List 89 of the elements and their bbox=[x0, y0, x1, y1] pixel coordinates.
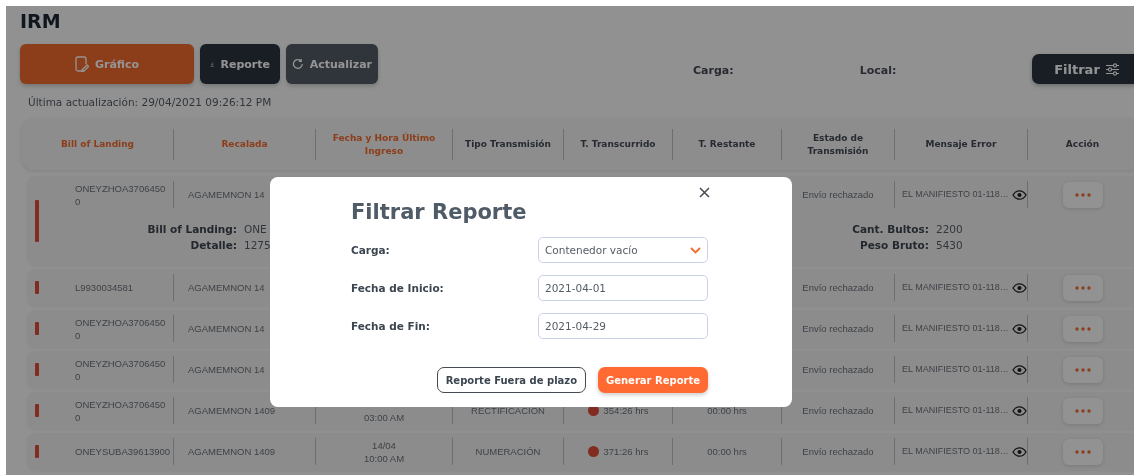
field-label: Fecha de Fin: bbox=[351, 320, 432, 332]
last-update-text: Última actualización: 29/04/2021 09:26:12 PM bbox=[28, 95, 273, 109]
table-cell: EL MANIFIESTO 01-118… bbox=[902, 404, 1009, 417]
detail-value: ONE bbox=[244, 222, 268, 237]
table-cell: EL MANIFIESTO 01-118… bbox=[902, 281, 1009, 294]
table-cell: ONEYSUBA39613900 bbox=[75, 445, 171, 458]
eye-icon[interactable] bbox=[1011, 282, 1027, 293]
table-cell: ONEYZHOA3706450 0 bbox=[75, 181, 166, 208]
column-header: Tipo Transmisión bbox=[465, 138, 551, 151]
column-header: Mensaje Error bbox=[925, 138, 997, 151]
more-icon bbox=[1074, 408, 1091, 413]
date-field[interactable]: 2021-04-01 bbox=[538, 275, 708, 301]
refresh-icon bbox=[292, 58, 304, 70]
column-header: Bill of Landing bbox=[60, 138, 135, 151]
chevron-down-icon bbox=[690, 246, 701, 254]
dialog-title: Filtrar Reporte bbox=[351, 199, 528, 225]
sliders-icon bbox=[1104, 62, 1120, 76]
detail-label: Bill of Landing: bbox=[146, 222, 237, 237]
status-bar bbox=[35, 322, 39, 335]
table-cell: Envío rechazado bbox=[802, 322, 874, 335]
table-cell: L9930034581 bbox=[75, 281, 134, 294]
dialog-button[interactable]: Generar Reporte bbox=[598, 367, 708, 393]
detail-value: 1275 bbox=[244, 238, 272, 253]
table-cell: 03:00 AM bbox=[363, 411, 405, 424]
table-cell: EL MANIFIESTO 01-118… bbox=[902, 322, 1009, 335]
filter-label: Carga: bbox=[693, 64, 734, 77]
more-icon bbox=[1074, 367, 1091, 372]
table-cell: Envío rechazado bbox=[802, 445, 874, 458]
table-cell: AGAMEMNON 14 bbox=[188, 188, 265, 201]
table-cell: AGAMEMNON 14 bbox=[188, 363, 265, 376]
column-header: T. Transcurrido bbox=[580, 138, 656, 151]
table-cell: AGAMEMNON 14 bbox=[188, 322, 265, 335]
table-cell: 371:26 hrs bbox=[603, 445, 649, 458]
eye-icon[interactable] bbox=[1011, 323, 1027, 334]
column-header: Estado de Transmisión bbox=[806, 131, 870, 158]
table-cell: Envío rechazado bbox=[802, 188, 874, 201]
table-cell: 00:00 hrs bbox=[707, 445, 747, 458]
table-cell: Envío rechazado bbox=[802, 404, 874, 417]
filter-label: Local: bbox=[859, 64, 897, 77]
table-cell: ONEYZHOA3706450 0 bbox=[75, 356, 166, 383]
column-header: Acción bbox=[1065, 138, 1100, 151]
detail-label: Detalle: bbox=[189, 238, 237, 253]
field-label: Carga: bbox=[351, 244, 391, 256]
more-icon bbox=[1074, 326, 1091, 331]
detail-value: 5430 bbox=[936, 238, 964, 253]
toolbar-button[interactable]: Reporte bbox=[200, 44, 280, 84]
status-bar bbox=[35, 445, 39, 458]
table-cell: 354:26 hrs bbox=[603, 404, 649, 417]
status-bar bbox=[35, 404, 39, 417]
table-cell: EL MANIFIESTO 01-118… bbox=[902, 445, 1009, 458]
close-icon[interactable] bbox=[699, 187, 710, 198]
status-bar bbox=[35, 281, 39, 294]
table-cell: Envío rechazado bbox=[802, 363, 874, 376]
column-header: Fecha y Hora Último Ingreso bbox=[331, 131, 437, 158]
eye-icon[interactable] bbox=[1011, 405, 1027, 416]
table-cell: EL MANIFIESTO 01-118… bbox=[902, 363, 1009, 376]
table-cell: 00:00 hrs bbox=[707, 404, 747, 417]
table-cell: NUMERACIÓN bbox=[475, 445, 541, 458]
table-cell: Envío rechazado bbox=[802, 281, 874, 294]
column-header: Recalada bbox=[221, 138, 268, 151]
more-icon bbox=[1074, 192, 1091, 197]
table-cell: RECTIFICACIÓN bbox=[471, 404, 545, 417]
status-bar bbox=[35, 363, 39, 376]
document-edit-icon bbox=[74, 56, 89, 72]
table-cell: ONEYZHOA3706450 0 bbox=[75, 397, 166, 424]
more-icon bbox=[1074, 449, 1091, 454]
eye-icon[interactable] bbox=[1011, 446, 1027, 457]
eye-icon[interactable] bbox=[1011, 189, 1027, 200]
table-cell: 14/04 10:00 AM bbox=[363, 439, 405, 465]
table-cell: ONEYZHOA3706450 0 bbox=[75, 315, 166, 342]
status-bar bbox=[35, 199, 39, 242]
detail-label: Peso Bruto: bbox=[858, 238, 929, 253]
table-cell: AGAMEMNON 1409 bbox=[188, 445, 276, 458]
page-title: IRM bbox=[20, 9, 62, 32]
eye-icon[interactable] bbox=[1011, 364, 1027, 375]
table-cell: AGAMEMNON 1409 bbox=[188, 404, 276, 417]
detail-label: Cant. Bultos: bbox=[851, 222, 929, 237]
field-label: Fecha de Inicio: bbox=[351, 282, 445, 294]
status-dot bbox=[587, 446, 599, 457]
dialog-button[interactable]: Reporte Fuera de plazo bbox=[436, 367, 586, 393]
column-header: T. Restante bbox=[698, 138, 756, 151]
toolbar-button[interactable]: Actualizar bbox=[286, 44, 378, 84]
table-cell: AGAMEMNON 14 bbox=[188, 281, 265, 294]
more-icon bbox=[1074, 285, 1091, 290]
date-field[interactable]: 2021-04-29 bbox=[538, 313, 708, 339]
table-cell: EL MANIFIESTO 01-118… bbox=[902, 188, 1009, 201]
filter-button[interactable]: Filtrar bbox=[1032, 54, 1134, 84]
cargo-dropdown[interactable]: Contenedor vacío bbox=[538, 237, 708, 263]
detail-value: 2200 bbox=[936, 222, 964, 237]
